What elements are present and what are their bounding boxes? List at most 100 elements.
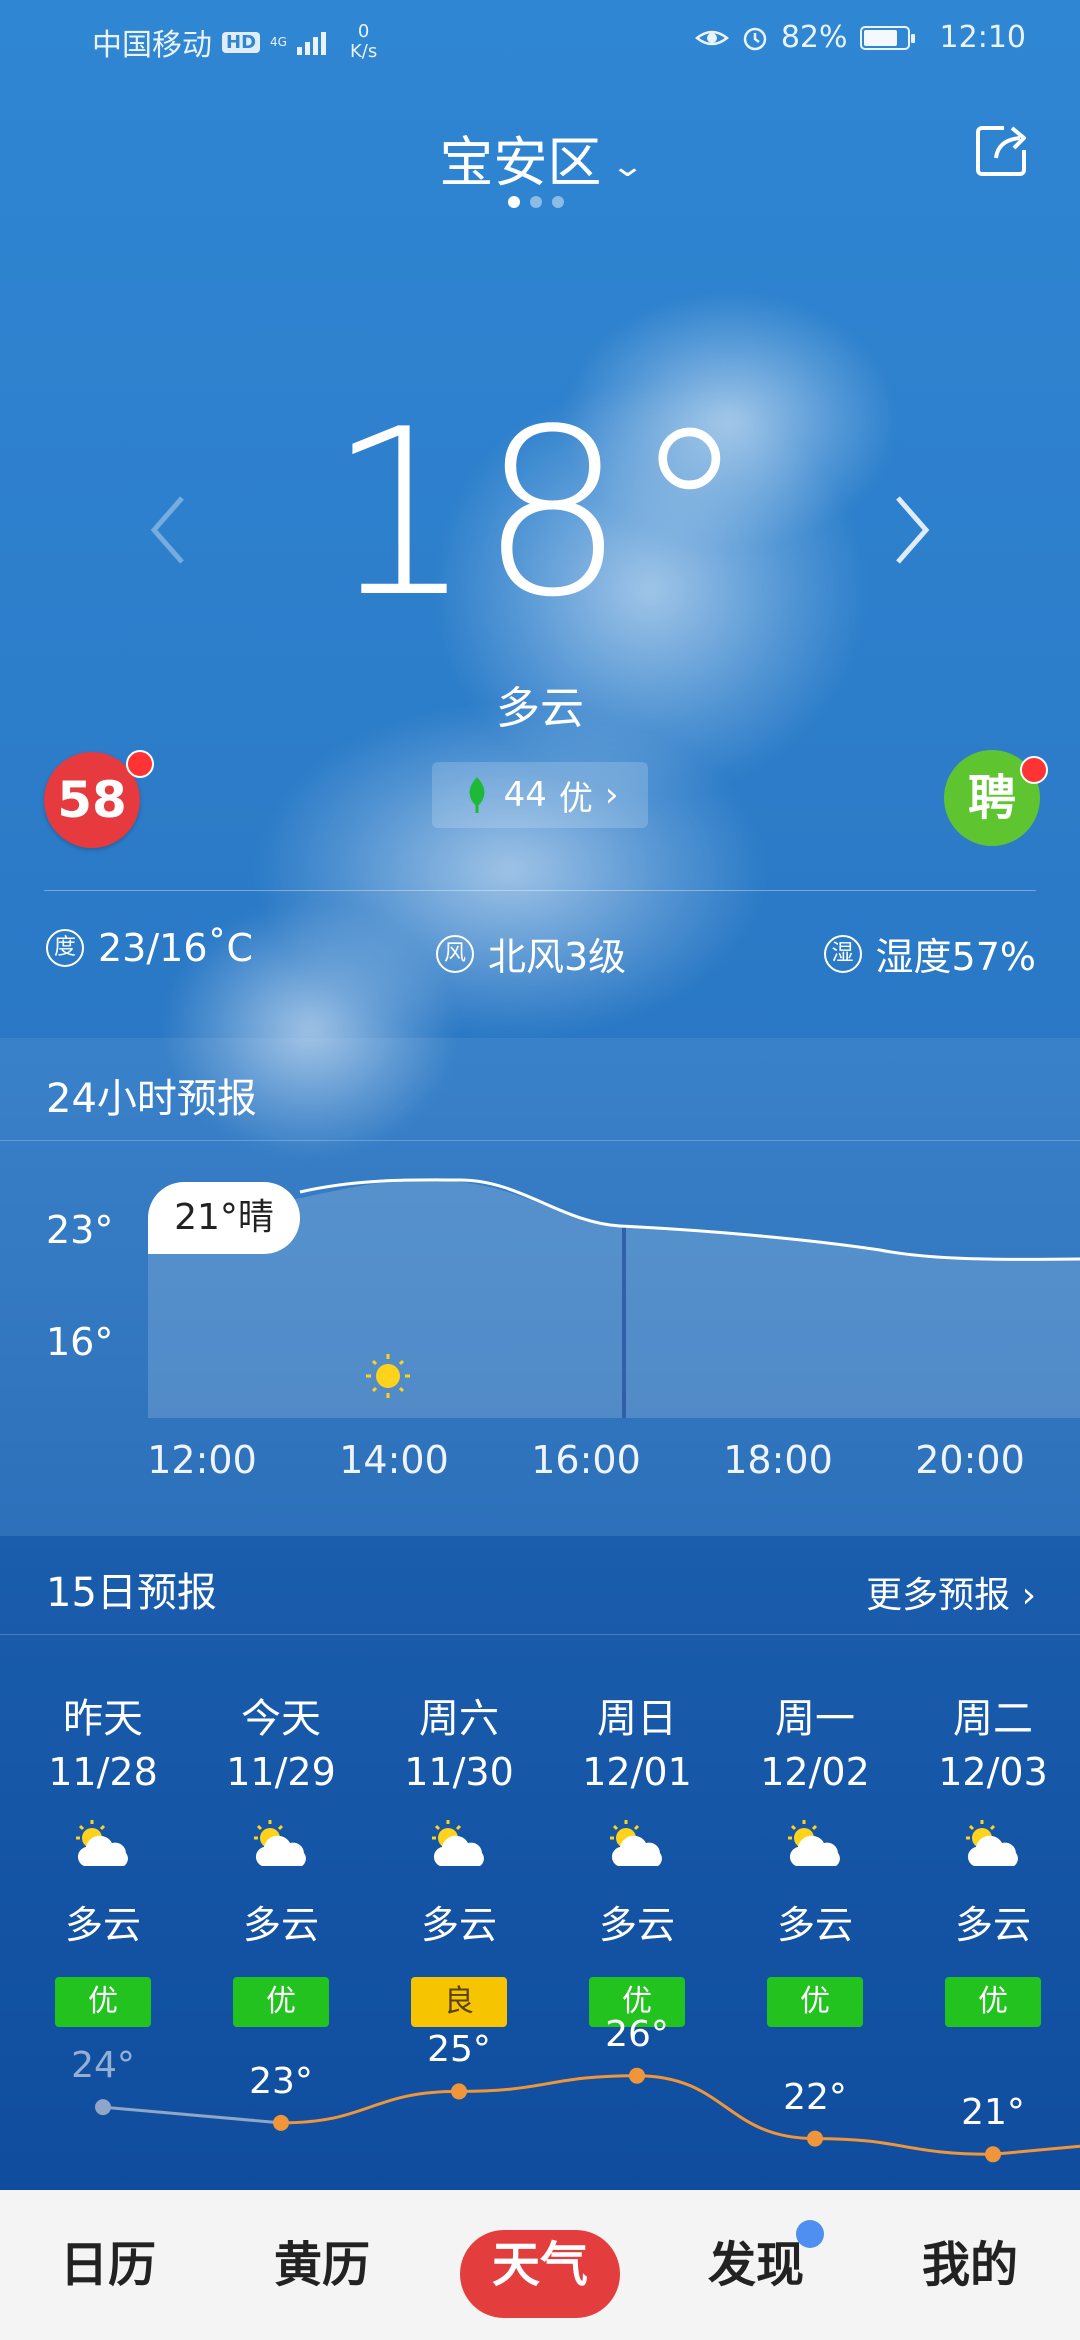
partly-cloudy-icon — [740, 1816, 890, 1886]
humidity-item: 湿 湿度57% — [823, 926, 1036, 981]
day-condition: 多云 — [776, 1903, 853, 1947]
network-type: 4G — [270, 35, 287, 49]
leaf-icon — [469, 777, 485, 813]
share-icon[interactable] — [974, 122, 1030, 178]
y-axis-low: 16° — [46, 1320, 114, 1364]
day-date: 12/03 — [938, 1750, 1048, 1794]
day-column[interactable]: 昨天 11/28 多云优 — [28, 1686, 178, 2027]
partly-cloudy-icon — [384, 1816, 534, 1886]
carrier-label: 中国移动 — [92, 28, 212, 63]
status-bar: 中国移动 HD 4G 0 K/s 82% 12:10 — [0, 0, 1080, 80]
signal-icon — [296, 29, 326, 55]
badge-58-label: 58 — [57, 771, 127, 829]
hour-label: 14:00 — [339, 1438, 449, 1482]
page-dot — [508, 196, 520, 208]
battery-icon — [859, 25, 915, 50]
day-name: 昨天 — [63, 1696, 143, 1742]
hour-label: 16:00 — [531, 1438, 641, 1482]
day-name: 周日 — [597, 1696, 677, 1742]
partly-cloudy-icon — [918, 1816, 1068, 1886]
city-name[interactable]: 宝安区 — [439, 131, 601, 194]
day-date: 11/29 — [226, 1750, 336, 1794]
divider — [44, 890, 1036, 891]
page-dot — [530, 196, 542, 208]
hour-label: 18:00 — [723, 1438, 833, 1482]
day-column[interactable]: 周日 12/01 多云优 — [562, 1686, 712, 2027]
temp-point — [629, 2067, 645, 2084]
partly-cloudy-icon — [28, 1816, 178, 1886]
nav-mine[interactable]: 我的 — [880, 2190, 1060, 2340]
day-name: 今天 — [241, 1696, 321, 1742]
notification-dot — [1020, 756, 1048, 784]
temp-point-label: 22° — [783, 2076, 847, 2118]
temp-point-label: 25° — [427, 2029, 491, 2071]
speed-unit: K/s — [349, 41, 378, 62]
temp-range: 23/16˚C — [98, 926, 254, 970]
nav-discover[interactable]: 发现 — [666, 2190, 846, 2340]
more-forecast-link[interactable]: 更多预报 › — [866, 1566, 1036, 1618]
nav-almanac[interactable]: 黄历 — [232, 2190, 412, 2340]
wind-item: 风 北风3级 — [436, 926, 626, 981]
air-quality-badge: 优 — [233, 1977, 329, 2027]
divider — [0, 1634, 1080, 1635]
next-city-arrow-icon[interactable] — [880, 490, 940, 570]
temp-point — [95, 2099, 111, 2116]
day-column[interactable]: 周一 12/02 多云优 — [740, 1686, 890, 2027]
day-name: 周六 — [419, 1696, 499, 1742]
day-name: 周二 — [953, 1696, 1033, 1742]
day-condition: 多云 — [420, 1903, 497, 1947]
air-quality-badge: 优 — [945, 1977, 1041, 2027]
daily-temp-line — [95, 2067, 1080, 2163]
notification-dot — [126, 750, 154, 778]
day-date: 11/28 — [48, 1750, 158, 1794]
temp-range-item: 度 23/16˚C — [46, 926, 253, 970]
humidity-value: 湿度57% — [875, 935, 1036, 979]
temp-point — [985, 2146, 1001, 2163]
partly-cloudy-icon — [206, 1816, 356, 1886]
day-name: 周一 — [775, 1696, 855, 1742]
battery-percent: 82% — [780, 20, 848, 55]
city-selector[interactable]: 宝安区 ⌄ — [0, 118, 1080, 197]
humidity-icon: 湿 — [823, 934, 862, 973]
page-indicator — [508, 196, 564, 208]
chevron-down-icon[interactable]: ⌄ — [610, 149, 645, 184]
partly-cloudy-icon — [562, 1816, 712, 1886]
hourly-chart[interactable] — [0, 1140, 1080, 1430]
day-condition: 多云 — [242, 1903, 319, 1947]
hour-label: 20:00 — [915, 1438, 1025, 1482]
wind-icon: 风 — [436, 934, 474, 973]
hd-badge: HD — [222, 31, 261, 53]
daily-title: 15日预报 — [46, 1570, 217, 1616]
day-condition: 多云 — [64, 1903, 141, 1947]
day-column[interactable]: 周二 12/03 多云优 — [918, 1686, 1068, 2027]
recruit-badge-label: 聘 — [967, 770, 1016, 826]
more-forecast-label: 更多预报 — [866, 1575, 1011, 1616]
hourly-title: 24小时预报 — [46, 1076, 257, 1122]
day-condition: 多云 — [954, 1903, 1031, 1947]
aqi-button[interactable]: 44 优 › — [432, 762, 648, 828]
temp-point — [273, 2114, 289, 2131]
y-axis-high: 23° — [46, 1208, 114, 1252]
current-condition: 多云 — [496, 683, 584, 734]
nav-calendar[interactable]: 日历 — [18, 2190, 198, 2340]
day-column[interactable]: 周六 11/30 多云良 — [384, 1686, 534, 2027]
temp-point — [807, 2130, 823, 2147]
temp-point-label: 23° — [249, 2060, 313, 2102]
air-quality-badge: 优 — [55, 1977, 151, 2027]
day-column[interactable]: 今天 11/29 多云优 — [206, 1686, 356, 2027]
eye-comfort-icon — [694, 30, 729, 45]
speed-value: 0 — [357, 21, 370, 42]
nav-weather[interactable]: 天气 — [450, 2190, 630, 2340]
day-date: 12/01 — [582, 1750, 692, 1794]
weather-details-row: 度 23/16˚C 风 北风3级 湿 湿度57% — [0, 918, 1080, 988]
network-speed: 0 K/s — [350, 22, 377, 62]
clock: 12:10 — [939, 20, 1026, 55]
temperature-icon: 度 — [46, 929, 84, 967]
alarm-icon — [743, 27, 767, 50]
day-condition: 多云 — [598, 1903, 675, 1947]
hourly-tooltip: 21°晴 — [148, 1182, 300, 1254]
temp-point-label: 26° — [605, 2013, 669, 2055]
aqi-level: 优 — [558, 778, 593, 819]
air-quality-badge: 良 — [411, 1977, 507, 2027]
temp-point — [451, 2083, 467, 2100]
